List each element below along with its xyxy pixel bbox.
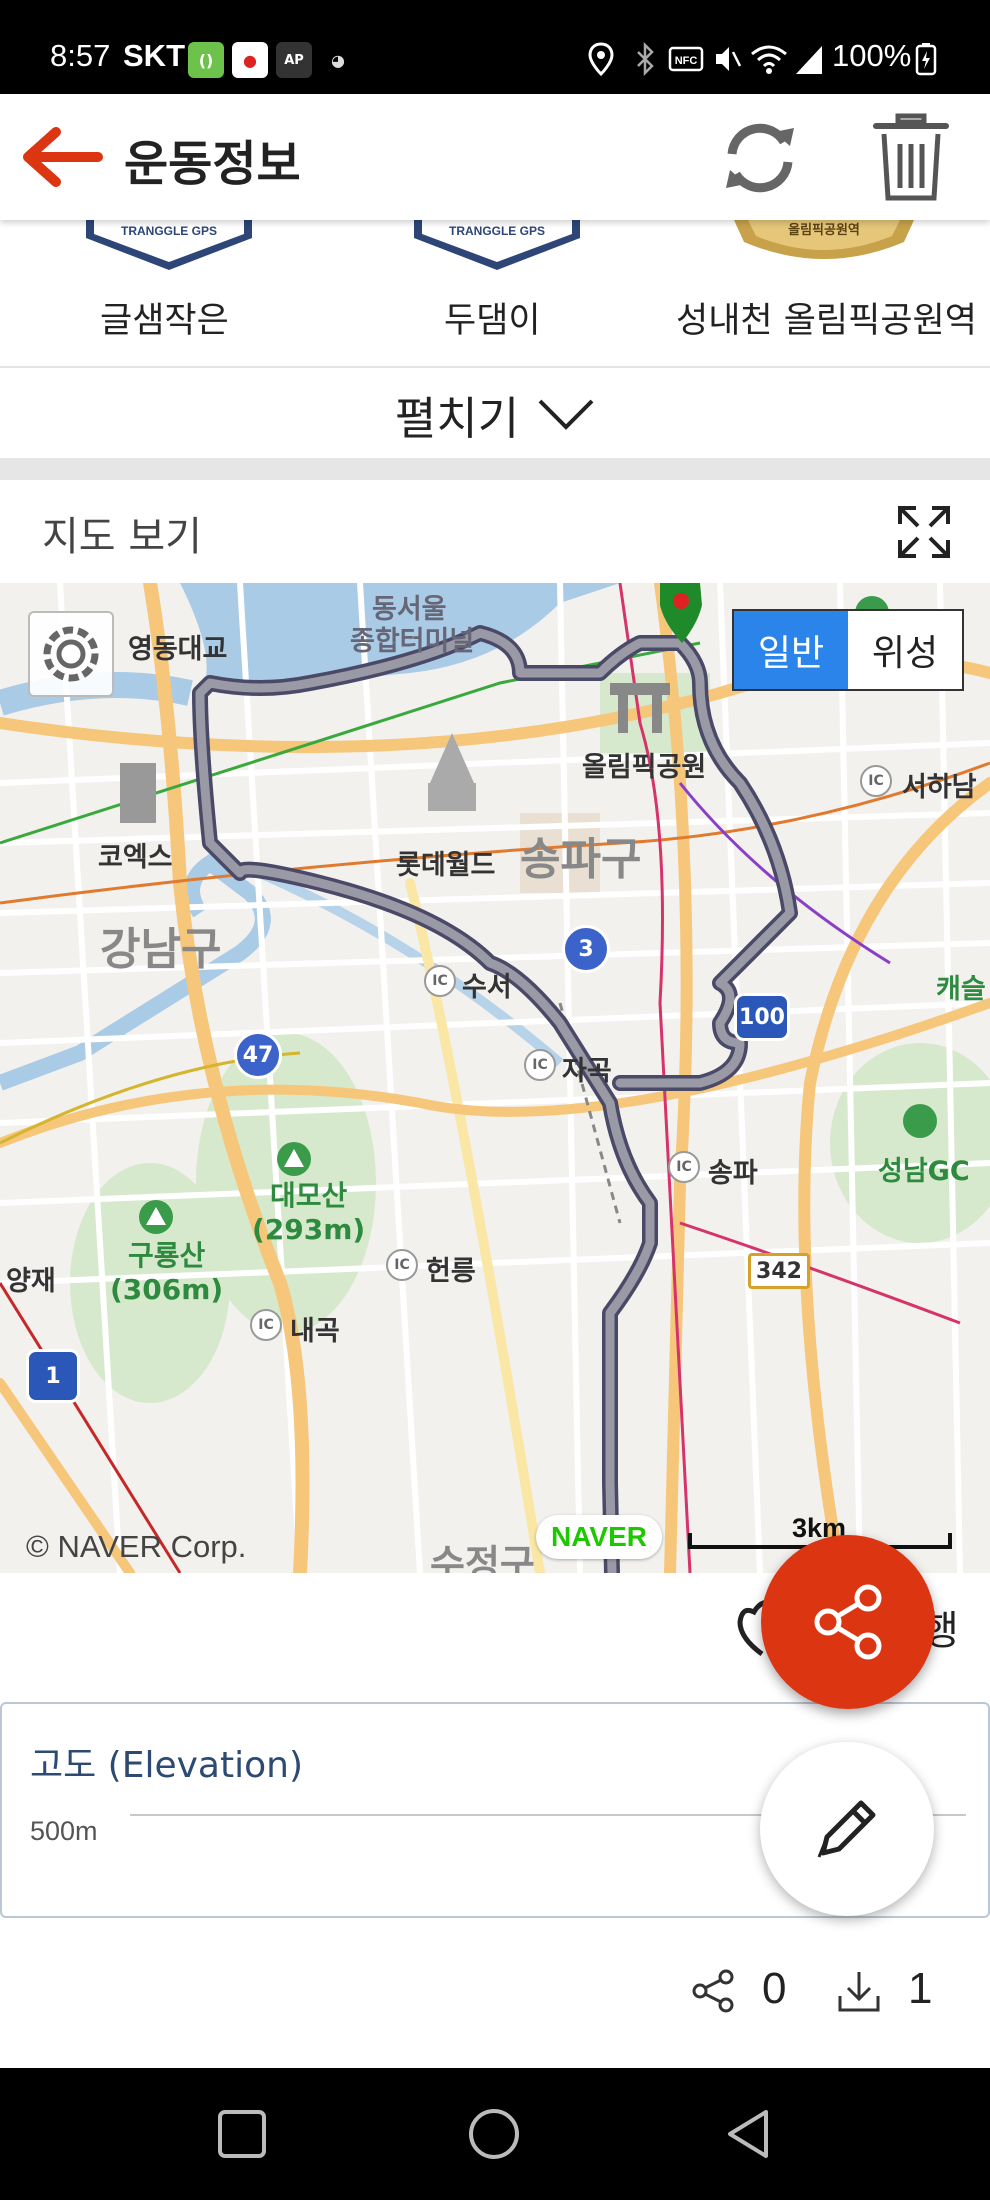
status-time: 8:57: [50, 38, 111, 73]
svg-text:TRANGGLE GPS: TRANGGLE GPS: [121, 224, 217, 238]
coex-building-icon: [120, 763, 156, 823]
golf-icon: [903, 1104, 937, 1138]
badge-emblem-icon: TRANGGLE GPS: [86, 220, 252, 270]
map-header: 지도 보기: [0, 480, 990, 583]
ap-app-icon: AP: [276, 42, 312, 78]
badge-label: 글샘작은: [100, 301, 229, 341]
map-copyright: © NAVER Corp.: [26, 1529, 247, 1564]
recent-apps-icon[interactable]: [212, 2104, 272, 2164]
share-count-icon[interactable]: [690, 1968, 736, 2014]
trash-icon[interactable]: [872, 112, 950, 204]
map-type-satellite[interactable]: 위성: [848, 611, 962, 689]
map-label: 강남구: [100, 924, 222, 975]
map-type-normal[interactable]: 일반: [734, 611, 848, 689]
map-label: 수정구: [430, 1542, 535, 1573]
app-bar: 운동정보: [0, 94, 990, 220]
mute-icon: [716, 47, 742, 71]
ic-marker: IC: [524, 1049, 556, 1081]
nfc-icon: NFC: [668, 46, 704, 72]
ic-marker: IC: [668, 1151, 700, 1183]
map-label: 내곡: [290, 1316, 340, 1347]
download-count: 1: [908, 1964, 933, 2013]
map-section-title: 지도 보기: [42, 514, 202, 560]
battery-charging-icon: [915, 43, 937, 76]
badge-item[interactable]: TRANGGLE GPS 두댐이: [408, 220, 588, 368]
ic-marker: IC: [424, 965, 456, 997]
fullscreen-icon[interactable]: [896, 504, 952, 560]
badge-label: 성내천 올림픽공원역: [676, 301, 977, 341]
badge-emblem-icon: TRANGGLE GPS: [414, 220, 580, 270]
expand-label: 펼치기: [394, 391, 520, 445]
map-label: 자곡: [562, 1056, 612, 1087]
stats-row: 0 1: [0, 1920, 990, 2068]
map-label: 성남GC: [878, 1156, 970, 1187]
map-canvas: [0, 583, 990, 1573]
battery-percent: 100%: [832, 38, 912, 73]
map-label: 캐슬: [936, 974, 986, 1005]
map-label: 영동대교: [128, 634, 228, 665]
elevation-axis-label: 500m: [30, 1816, 98, 1846]
elevation-title: 고도 (Elevation): [30, 1745, 303, 1786]
svg-text:TRANGGLE GPS: TRANGGLE GPS: [449, 224, 545, 238]
gurongsan-label: 구룡산 (306m): [110, 1239, 224, 1306]
svg-text:올림픽공원역: 올림픽공원역: [788, 222, 860, 238]
status-bar: 8:57 SKT () ● AP ◕ NFC 100%: [0, 0, 990, 94]
expand-button[interactable]: 펼치기: [0, 368, 990, 460]
share-fab-button[interactable]: [761, 1535, 935, 1709]
badge-item[interactable]: 올림픽공원역 성내천 올림픽공원역: [676, 220, 977, 368]
route-shield-icon: 1: [26, 1349, 80, 1403]
back-arrow-icon[interactable]: [18, 124, 103, 190]
section-divider: [0, 458, 990, 480]
map-label: 수서: [462, 972, 512, 1003]
status-carrier: SKT: [123, 38, 185, 73]
map-label: 코엑스: [98, 842, 173, 873]
map-label: 헌릉: [426, 1256, 476, 1287]
map-label: 서하남: [902, 772, 977, 803]
route-shield-icon: 100: [734, 993, 790, 1041]
red-app-icon: ●: [232, 42, 268, 78]
map-label: 양재: [6, 1266, 56, 1297]
gear-icon: [43, 626, 99, 682]
home-icon[interactable]: [464, 2104, 524, 2164]
badge-item[interactable]: TRANGGLE GPS 글샘작은: [80, 220, 260, 368]
wifi-icon: [751, 45, 787, 74]
ic-marker: IC: [250, 1309, 282, 1341]
daemosan-label: 대모산 (293m): [252, 1179, 366, 1246]
edit-fab-button[interactable]: [760, 1742, 934, 1916]
system-nav-bar: [0, 2068, 990, 2200]
badge-label: 두댐이: [444, 301, 541, 341]
ic-marker: IC: [860, 765, 892, 797]
download-icon[interactable]: [836, 1968, 882, 2014]
map-label: 송파: [708, 1158, 758, 1189]
map-settings-button[interactable]: [28, 611, 114, 697]
location-icon: [588, 42, 614, 76]
route-map[interactable]: 일반 위성 동서울 종합터미널 영동대교 올림픽공원 IC 서하남 코엑스 롯데…: [0, 583, 990, 1573]
badge-row: TRANGGLE GPS 글샘작은 TRANGGLE GPS 두댐이 올림픽공원…: [0, 220, 990, 368]
route-shield-icon: 47: [234, 1031, 282, 1079]
refresh-icon[interactable]: [718, 116, 802, 200]
naver-logo: NAVER: [536, 1515, 662, 1559]
back-nav-icon[interactable]: [718, 2104, 778, 2164]
share-count: 0: [762, 1964, 787, 2013]
page-title: 운동정보: [124, 136, 301, 192]
ic-marker: IC: [386, 1249, 418, 1281]
map-type-toggle: 일반 위성: [732, 609, 964, 691]
share-icon: [814, 1584, 882, 1660]
svg-text:NFC: NFC: [675, 55, 698, 67]
bluetooth-icon: [637, 42, 654, 76]
route-shield-icon: 3: [562, 925, 610, 973]
map-label: 종합터미널: [350, 626, 475, 657]
signal-icon: [796, 46, 822, 74]
badge-emblem-icon: 올림픽공원역: [734, 220, 914, 259]
bracket-app-icon: (): [188, 42, 224, 78]
route-shield-icon: 342: [748, 1253, 810, 1289]
chevron-down-icon: [538, 399, 594, 430]
marker-dot: [673, 593, 689, 609]
map-label: 올림픽공원: [582, 752, 707, 783]
map-label: 롯데월드: [396, 850, 496, 881]
map-label: 송파구: [520, 834, 642, 885]
pencil-icon: [817, 1800, 876, 1858]
cat-app-icon: ◕: [331, 50, 345, 70]
